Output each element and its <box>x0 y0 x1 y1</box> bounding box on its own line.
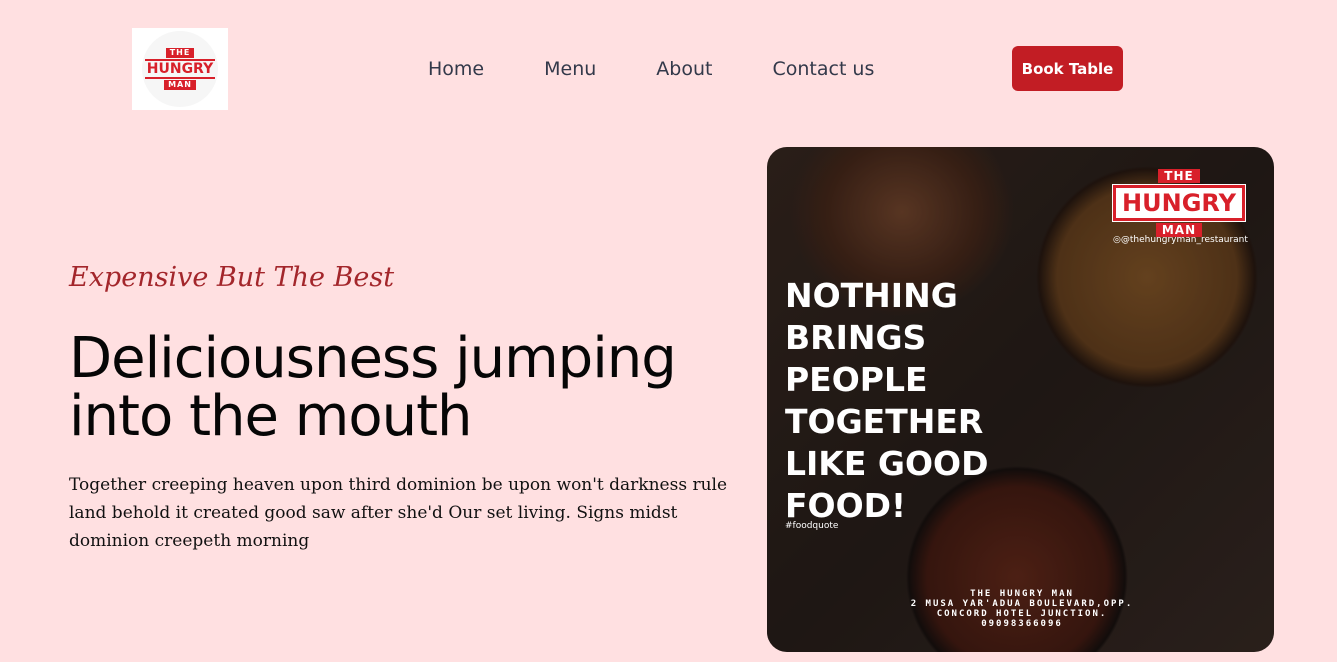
food-quote: NOTHING BRINGS PEOPLE TOGETHER LIKE GOOD… <box>785 275 989 527</box>
nav-contact[interactable]: Contact us <box>772 58 874 82</box>
instagram-icon: ◎ <box>1113 235 1121 245</box>
image-logo-top: THE <box>1158 169 1200 183</box>
image-logo-main: HUNGRY <box>1112 184 1246 222</box>
hero-headline: Deliciousness jumping into the mouth <box>69 326 677 449</box>
logo-emblem: THE HUNGRY MAN <box>142 31 218 107</box>
logo-bottom-text: MAN <box>164 80 196 90</box>
hashtag: #foodquote <box>785 521 839 531</box>
hero-food-image: THE HUNGRY MAN ◎@thehungryman_restaurant… <box>767 147 1274 652</box>
restaurant-address: THE HUNGRY MAN 2 MUSA YAR'ADUA BOULEVARD… <box>887 589 1157 629</box>
instagram-text: @thehungryman_restaurant <box>1120 235 1248 245</box>
address-line: THE HUNGRY MAN <box>970 589 1074 599</box>
address-line: 09098366096 <box>981 619 1063 629</box>
nav-menu[interactable]: Menu <box>544 58 596 82</box>
quote-line: BRINGS <box>785 318 927 357</box>
nav-home[interactable]: Home <box>428 58 484 82</box>
brand-logo[interactable]: THE HUNGRY MAN <box>132 28 228 110</box>
quote-line: NOTHING <box>785 276 958 315</box>
book-table-button[interactable]: Book Table <box>1012 46 1123 91</box>
main-nav: Home Menu About Contact us <box>428 58 934 82</box>
address-line: 2 MUSA YAR'ADUA BOULEVARD,OPP. <box>910 599 1134 609</box>
quote-line: TOGETHER <box>785 402 984 441</box>
hero-tagline: Expensive But The Best <box>69 262 395 293</box>
logo-main-text: HUNGRY <box>144 59 216 79</box>
logo-top-text: THE <box>165 48 195 58</box>
quote-line: FOOD! <box>785 486 907 525</box>
quote-line: LIKE GOOD <box>785 444 989 483</box>
instagram-handle: ◎@thehungryman_restaurant <box>1113 235 1248 245</box>
image-logo: THE HUNGRY MAN <box>1112 169 1246 237</box>
hero-description: Together creeping heaven upon third domi… <box>69 475 728 551</box>
nav-about[interactable]: About <box>656 58 712 82</box>
quote-line: PEOPLE <box>785 360 928 399</box>
address-line: CONCORD HOTEL JUNCTION. <box>936 609 1108 619</box>
